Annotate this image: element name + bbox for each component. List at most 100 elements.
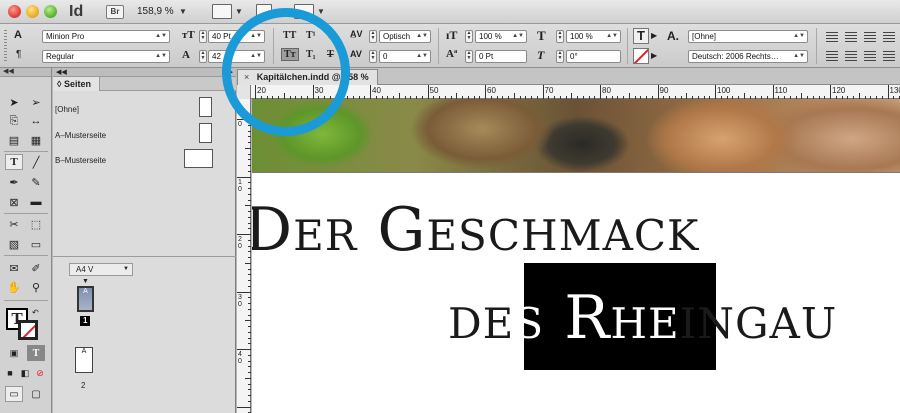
- formatting-container-icon[interactable]: ▣: [5, 345, 23, 361]
- page-tool-icon[interactable]: ⎘: [5, 113, 23, 129]
- justify-all-icon[interactable]: [883, 51, 895, 61]
- master-a-thumbnail[interactable]: [199, 123, 212, 143]
- align-center-icon[interactable]: [845, 32, 857, 42]
- font-size-stepper[interactable]: ▲ ▼: [199, 30, 207, 43]
- panel-header[interactable]: ◀◀ ▶▶: [53, 68, 236, 77]
- gradient-swatch-tool-icon[interactable]: ▧: [5, 236, 23, 252]
- divider[interactable]: [53, 256, 236, 257]
- kerning-icon: A̲V: [350, 29, 363, 39]
- master-b-label[interactable]: B–Musterseite: [55, 156, 106, 165]
- baseline-shift-field[interactable]: 0 Pt: [475, 50, 527, 63]
- zoom-window-button[interactable]: [44, 5, 57, 18]
- vertical-scale-field[interactable]: 100 % ▲▼: [475, 30, 527, 43]
- character-style-select[interactable]: [Ohne] ▲▼: [688, 30, 808, 43]
- type-tool-icon[interactable]: T: [5, 154, 23, 170]
- fill-stroke-swatch[interactable]: T ↶: [6, 308, 40, 342]
- bridge-button[interactable]: Br: [106, 5, 124, 19]
- pen-tool-icon[interactable]: ✒: [5, 174, 23, 190]
- ruler-label: 130: [889, 86, 900, 95]
- master-none-thumbnail[interactable]: [199, 97, 212, 117]
- gap-tool-icon[interactable]: ↔: [27, 113, 45, 129]
- apply-none-icon[interactable]: ⊘: [31, 365, 49, 381]
- content-placer-icon[interactable]: ▦: [27, 132, 45, 148]
- hand-tool-icon[interactable]: ✋: [5, 279, 23, 295]
- chevron-right-icon[interactable]: ▶: [651, 51, 657, 60]
- chevron-down-icon[interactable]: ▼: [317, 7, 325, 16]
- language-select[interactable]: Deutsch: 2006 Rechts… ▲▼: [688, 50, 808, 63]
- zoom-tool-icon[interactable]: ⚲: [27, 279, 45, 295]
- master-none-label[interactable]: [Ohne]: [55, 105, 79, 114]
- horizontal-scale-field[interactable]: 100 % ▲▼: [566, 30, 621, 43]
- kerning-stepper[interactable]: ▲ ▼: [369, 30, 377, 43]
- text-stroke-button[interactable]: [633, 48, 649, 64]
- scissors-tool-icon[interactable]: ✂: [5, 216, 23, 232]
- justify-center-icon[interactable]: [845, 51, 857, 61]
- character-mode-icon[interactable]: A: [14, 29, 22, 41]
- vertical-ruler-ticks: [237, 119, 251, 413]
- pages-tab-row: ◊ Seiten ≡: [53, 77, 236, 91]
- chevron-down-icon[interactable]: ▼: [179, 7, 187, 16]
- rectangle-frame-tool-icon[interactable]: ⊠: [5, 194, 23, 210]
- formatting-text-icon[interactable]: T: [27, 345, 45, 361]
- justify-right-icon[interactable]: [864, 51, 876, 61]
- page-1-number[interactable]: 1: [80, 316, 91, 326]
- zoom-level[interactable]: 158,9 %: [137, 6, 174, 17]
- page-2-number[interactable]: 2: [81, 381, 85, 390]
- ruler-label: 100: [717, 86, 731, 95]
- master-a-label[interactable]: A–Musterseite: [55, 131, 106, 140]
- ruler-label: 40: [238, 351, 242, 365]
- panel-grip[interactable]: [4, 30, 7, 62]
- page-size-label: A4 V ▼: [69, 263, 133, 276]
- vertical-ruler[interactable]: 0 10 20 30 40: [237, 99, 251, 413]
- kerning-field[interactable]: Optisch ▲▼: [379, 30, 431, 43]
- rectangle-tool-icon[interactable]: ▬: [27, 194, 45, 210]
- normal-view-icon[interactable]: ▭: [5, 386, 23, 402]
- pencil-tool-icon[interactable]: ✎: [27, 174, 45, 190]
- vertical-scale-stepper[interactable]: ▲ ▼: [465, 30, 473, 43]
- master-b-thumbnail[interactable]: [184, 149, 213, 168]
- divider: [4, 300, 48, 301]
- gradient-feather-tool-icon[interactable]: ▭: [27, 236, 45, 252]
- align-right-icon[interactable]: [864, 32, 876, 42]
- page-2-thumbnail[interactable]: A: [75, 347, 93, 373]
- line-tool-icon[interactable]: ╱: [27, 154, 45, 170]
- font-style-select[interactable]: Regular ▲▼: [42, 50, 170, 63]
- tracking-field[interactable]: 0 ▲▼: [379, 50, 431, 63]
- note-tool-icon[interactable]: ✉: [5, 260, 23, 276]
- chevron-down-icon[interactable]: ▼: [235, 7, 243, 16]
- text-fill-button[interactable]: T: [633, 28, 649, 44]
- headline-line-1[interactable]: Der Geschmack: [252, 195, 699, 265]
- header-photo[interactable]: [252, 99, 900, 172]
- baseline-shift-stepper[interactable]: ▲ ▼: [465, 50, 473, 63]
- spread-indicator-icon: ▼: [82, 278, 89, 285]
- eyedropper-tool-icon[interactable]: ✐: [27, 260, 45, 276]
- ruler-label: 0: [238, 121, 242, 128]
- align-towards-spine-icon[interactable]: [883, 32, 895, 42]
- view-options-icon[interactable]: [212, 4, 232, 19]
- tools-collapse-icon[interactable]: ◀◀: [0, 68, 51, 77]
- content-collector-icon[interactable]: ▤: [5, 132, 23, 148]
- align-left-icon[interactable]: [826, 32, 838, 42]
- document-canvas[interactable]: Der Geschmack des Rheingau: [252, 99, 900, 413]
- horizontal-scale-icon: T: [537, 28, 546, 43]
- tab-pages[interactable]: ◊ Seiten: [53, 77, 100, 91]
- page-1-thumbnail[interactable]: A: [77, 286, 94, 312]
- pages-panel: ◀◀ ▶▶ ◊ Seiten ≡ [Ohne] A–Musterseite B–…: [53, 68, 236, 413]
- selection-tool-icon[interactable]: ➤: [5, 94, 23, 110]
- skew-stepper[interactable]: ▲ ▼: [556, 50, 564, 63]
- leading-stepper[interactable]: ▲ ▼: [199, 50, 207, 63]
- horizontal-scale-stepper[interactable]: ▲ ▼: [556, 30, 564, 43]
- ruler-label: 110: [774, 86, 788, 95]
- preview-mode-icon[interactable]: ▢: [27, 386, 45, 402]
- font-family-select[interactable]: Minion Pro ▲▼: [42, 30, 170, 43]
- chevron-right-icon[interactable]: ▶: [651, 31, 657, 40]
- tracking-stepper[interactable]: ▲ ▼: [369, 50, 377, 63]
- free-transform-tool-icon[interactable]: ⬚: [27, 216, 45, 232]
- skew-field[interactable]: 0°: [566, 50, 621, 63]
- justify-left-icon[interactable]: [826, 51, 838, 61]
- direct-selection-tool-icon[interactable]: ➢: [27, 94, 45, 110]
- paragraph-mode-icon[interactable]: ¶: [16, 49, 21, 60]
- close-window-button[interactable]: [8, 5, 21, 18]
- minimize-window-button[interactable]: [26, 5, 39, 18]
- headline-line-2[interactable]: des Rheingau: [448, 283, 837, 353]
